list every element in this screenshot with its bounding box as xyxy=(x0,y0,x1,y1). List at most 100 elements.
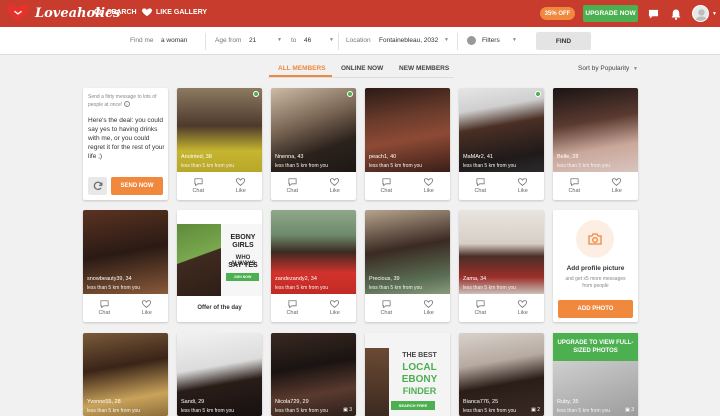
member-card[interactable]: Yvonne55, 28 less than 5 km from you xyxy=(83,333,168,416)
refresh-icon xyxy=(93,181,102,190)
bell-icon[interactable] xyxy=(669,7,683,21)
find-button[interactable]: FIND xyxy=(536,32,591,50)
avatar[interactable] xyxy=(692,5,709,22)
tab-all-members[interactable]: ALL MEMBERS xyxy=(278,65,326,72)
member-distance: less than 5 km from you xyxy=(557,163,611,169)
member-name: zandezandy2, 34 xyxy=(275,276,317,282)
chevron-down-icon[interactable]: ▼ xyxy=(512,37,517,43)
heart-outline-icon xyxy=(142,299,152,308)
member-card[interactable]: Anointed, 38 less than 5 km from you Cha… xyxy=(177,88,262,200)
member-name: Belle, 28 xyxy=(557,154,579,160)
chat-bubble-icon xyxy=(382,299,391,308)
chevron-down-icon[interactable]: ▼ xyxy=(329,37,334,43)
nav-like-gallery[interactable]: LIKE GALLERY xyxy=(142,8,207,17)
online-indicator xyxy=(253,91,259,97)
ebony-ad-search-button[interactable]: SEARCH FREE xyxy=(391,401,435,410)
upgrade-now-button[interactable]: UPGRADE NOW xyxy=(583,5,638,22)
add-photo-subtitle: and get x5 more messages from people xyxy=(565,276,626,289)
send-now-button[interactable]: SEND NOW xyxy=(111,177,163,195)
chevron-down-icon[interactable]: ▼ xyxy=(277,37,282,43)
member-card[interactable]: Precious, 39 less than 5 km from you Cha… xyxy=(365,210,450,322)
member-card[interactable]: zandezandy2, 34 less than 5 km from you … xyxy=(271,210,356,322)
sort-dropdown[interactable]: Sort by Popularity xyxy=(578,65,629,72)
discount-badge[interactable]: 35% OFF xyxy=(540,7,575,20)
card-actions: Chat Like xyxy=(271,294,356,321)
add-photo-button[interactable]: ADD PHOTO xyxy=(558,300,633,318)
camera-icon: ▣ xyxy=(531,407,536,413)
ebony-finder-ad[interactable]: THE BEST LOCAL EBONY FINDER SEARCH FREE xyxy=(365,333,450,416)
chat-button[interactable]: Chat xyxy=(459,172,502,199)
member-card[interactable]: Zama, 34 less than 5 km from you Chat Li… xyxy=(459,210,544,322)
chevron-down-icon[interactable]: ▼ xyxy=(444,37,449,43)
member-card[interactable]: Belle, 28 less than 5 km from you Chat L… xyxy=(553,88,638,200)
add-profile-picture-card: Add profile picture and get x5 more mess… xyxy=(553,210,638,322)
like-button[interactable]: Like xyxy=(314,294,357,321)
member-distance: less than 5 km from you xyxy=(463,163,517,169)
like-button[interactable]: Like xyxy=(502,172,545,199)
member-distance: less than 5 km from you xyxy=(369,163,423,169)
offer-ad-headline: EBONY GIRLS xyxy=(230,234,256,249)
offer-ad-join-button[interactable]: JOIN NOW xyxy=(226,273,259,281)
chat-button[interactable]: Chat xyxy=(271,294,314,321)
card-actions: Chat Like xyxy=(177,172,262,199)
tab-online-now[interactable]: ONLINE NOW xyxy=(341,65,383,72)
age-from-select[interactable]: 21 xyxy=(249,37,256,44)
chat-button[interactable]: Chat xyxy=(83,294,126,321)
member-card[interactable]: Bianca776, 25 less than 5 km from you ▣ … xyxy=(459,333,544,416)
chat-button[interactable]: Chat xyxy=(271,172,314,199)
member-card[interactable]: Nnenna, 43 less than 5 km from you Chat … xyxy=(271,88,356,200)
chat-button[interactable]: Chat xyxy=(365,294,408,321)
member-name: Anointed, 38 xyxy=(181,154,212,160)
chevron-down-icon[interactable]: ▼ xyxy=(633,66,638,72)
like-button[interactable]: Like xyxy=(408,294,451,321)
age-to-select[interactable]: 46 xyxy=(304,37,311,44)
heart-logo-icon xyxy=(7,4,29,22)
chat-button[interactable]: Chat xyxy=(459,294,502,321)
card-actions: Chat Like xyxy=(459,294,544,321)
add-photo-title: Add profile picture xyxy=(566,265,625,272)
like-button[interactable]: Like xyxy=(220,172,263,199)
upgrade-to-view-card[interactable]: UPGRADE TO VIEW FULL-SIZED PHOTOS Ruby, … xyxy=(553,333,638,416)
offer-of-the-day-card[interactable]: EBONY GIRLS WHO ALWAYS SAY YES JOIN NOW … xyxy=(177,210,262,322)
member-card[interactable]: Nicola729, 29 less than 5 km from you ▣ … xyxy=(271,333,356,416)
chat-button[interactable]: Chat xyxy=(365,172,408,199)
like-button[interactable]: Like xyxy=(408,172,451,199)
tab-new-members[interactable]: NEW MEMBERS xyxy=(399,65,449,72)
like-label: Like xyxy=(329,187,340,194)
chat-bubble-icon xyxy=(476,299,485,308)
chat-button[interactable]: Chat xyxy=(177,172,220,199)
member-distance: less than 5 km from you xyxy=(275,285,329,291)
member-card[interactable]: snowbeauty39, 34 less than 5 km from you… xyxy=(83,210,168,322)
filters-icon[interactable] xyxy=(467,36,476,45)
camera-icon: ▣ xyxy=(343,407,348,413)
online-indicator xyxy=(347,91,353,97)
member-card[interactable]: peach1, 40 less than 5 km from you Chat … xyxy=(365,88,450,200)
member-distance: less than 5 km from you xyxy=(275,163,329,169)
refresh-message-button[interactable] xyxy=(88,177,107,195)
chevron-down-icon[interactable]: ▼ xyxy=(712,11,717,17)
filters-button[interactable]: Filters xyxy=(482,37,500,44)
camera-icon[interactable] xyxy=(576,220,614,258)
like-button[interactable]: Like xyxy=(314,172,357,199)
chat-button[interactable]: Chat xyxy=(553,172,596,199)
help-icon[interactable]: ? xyxy=(123,101,130,107)
heart-outline-icon xyxy=(330,177,340,186)
chat-bubble-icon xyxy=(570,177,579,186)
photo-count: ▣ 3 xyxy=(625,407,634,413)
location-input[interactable]: Fontainebleau, 2032 xyxy=(379,37,438,44)
heart-icon xyxy=(142,8,152,17)
photo-count: ▣ 3 xyxy=(343,407,352,413)
offer-ad-banner[interactable]: EBONY GIRLS WHO ALWAYS SAY YES JOIN NOW xyxy=(177,224,262,296)
member-card[interactable]: MaMAr2, 41 less than 5 km from you Chat … xyxy=(459,88,544,200)
like-label: Like xyxy=(611,187,622,194)
upgrade-banner[interactable]: UPGRADE TO VIEW FULL-SIZED PHOTOS xyxy=(553,333,638,361)
photo-count-value: 3 xyxy=(349,407,352,413)
member-card[interactable]: Sandi, 29 less than 5 km from you xyxy=(177,333,262,416)
photo-count: ▣ 2 xyxy=(531,407,540,413)
find-me-select[interactable]: a woman xyxy=(161,37,187,44)
chat-icon[interactable] xyxy=(646,7,660,21)
like-button[interactable]: Like xyxy=(502,294,545,321)
nav-search[interactable]: SEARCH xyxy=(94,8,137,17)
like-button[interactable]: Like xyxy=(596,172,639,199)
like-button[interactable]: Like xyxy=(126,294,169,321)
